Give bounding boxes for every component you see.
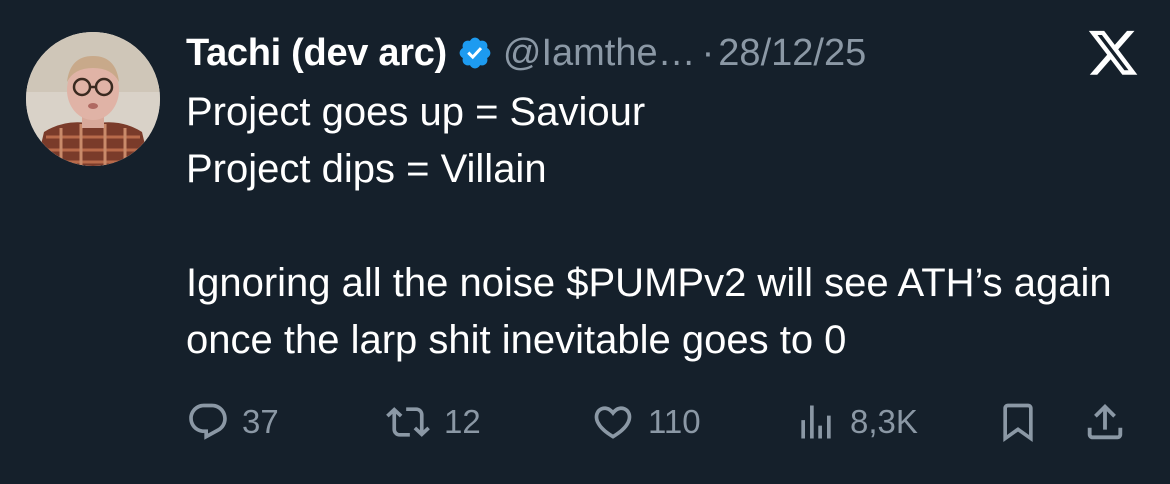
- verified-badge-icon: [459, 37, 491, 69]
- avatar[interactable]: [26, 32, 160, 166]
- share-button[interactable]: [1082, 398, 1128, 446]
- like-count: 110: [648, 403, 701, 440]
- views-chart-icon: [801, 405, 831, 439]
- views-count: 8,3K: [850, 403, 918, 440]
- separator-dot: ·: [701, 31, 715, 74]
- bookmark-icon: [1003, 403, 1033, 443]
- reply-button[interactable]: 37: [186, 398, 279, 446]
- tweet-text: Project goes up = Saviour Project dips =…: [186, 90, 1112, 362]
- reply-count: 37: [242, 403, 279, 440]
- display-name[interactable]: Tachi (dev arc): [186, 32, 447, 75]
- reply-icon: [189, 403, 227, 440]
- like-button[interactable]: 110: [590, 398, 701, 446]
- share-icon: [1087, 403, 1123, 440]
- handle[interactable]: @Iamthe…: [503, 32, 696, 75]
- views-button[interactable]: 8,3K: [794, 398, 918, 446]
- tweet-date[interactable]: 28/12/25: [718, 32, 866, 75]
- retweet-button[interactable]: 12: [384, 398, 481, 446]
- bookmark-button[interactable]: [996, 398, 1040, 446]
- tweet-header: Tachi (dev arc) @Iamthe… · 28/12/25: [186, 26, 866, 80]
- action-bar: 37 12 110 8,3K: [186, 398, 1146, 446]
- tweet-card[interactable]: Tachi (dev arc) @Iamthe… · 28/12/25 Proj…: [0, 0, 1170, 484]
- avatar-image: [26, 32, 160, 166]
- retweet-count: 12: [444, 403, 481, 440]
- heart-icon: [594, 406, 632, 439]
- x-logo-icon[interactable]: [1086, 30, 1140, 80]
- retweet-icon: [386, 407, 430, 437]
